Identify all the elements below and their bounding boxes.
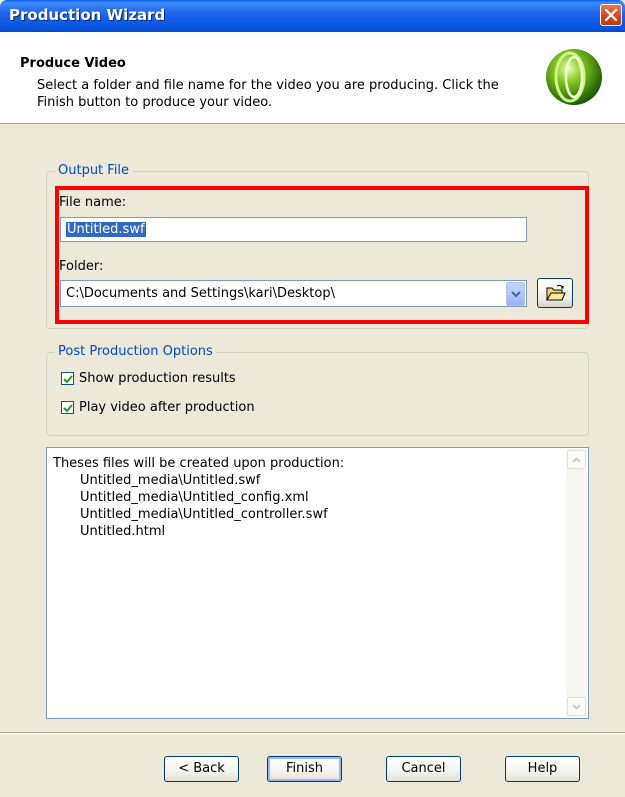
open-folder-icon: [546, 284, 566, 301]
close-button[interactable]: [600, 4, 622, 26]
output-file-group-label: Output File: [55, 163, 133, 178]
files-listbox[interactable]: Theses files will be created upon produc…: [46, 447, 589, 719]
scroll-up-button[interactable]: [567, 450, 586, 469]
scroll-down-icon: [572, 704, 581, 710]
page-description: Select a folder and file name for the vi…: [37, 78, 499, 110]
file-name-label: File name:: [59, 195, 127, 210]
show-results-checkbox[interactable]: [61, 372, 74, 385]
list-item: Untitled_media\Untitled_controller.swf: [80, 507, 328, 522]
footer-divider: [0, 732, 625, 734]
cancel-button[interactable]: Cancel: [386, 756, 461, 782]
list-item: Untitled_media\Untitled_config.xml: [80, 490, 309, 505]
scroll-up-icon: [572, 457, 581, 463]
folder-dropdown-button[interactable]: [506, 282, 525, 306]
file-name-input[interactable]: Untitled.swf: [60, 217, 527, 242]
list-item: Untitled_media\Untitled.swf: [80, 473, 261, 488]
browse-folder-button[interactable]: [537, 278, 573, 308]
play-video-checkbox[interactable]: [61, 401, 74, 414]
scroll-down-button[interactable]: [567, 697, 586, 716]
finish-button[interactable]: Finish: [267, 756, 342, 782]
file-name-value: Untitled.swf: [66, 222, 146, 237]
checkmark-icon: [63, 404, 73, 413]
list-item: Untitled.html: [80, 524, 166, 539]
play-video-label[interactable]: Play video after production: [79, 400, 255, 415]
show-results-label[interactable]: Show production results: [79, 371, 236, 386]
folder-value: C:\Documents and Settings\kari\Desktop\: [66, 286, 335, 301]
close-icon: [605, 9, 617, 21]
window-title: Production Wizard: [9, 6, 166, 24]
folder-label: Folder:: [59, 259, 104, 274]
files-list: Untitled_media\Untitled.swf Untitled_med…: [80, 472, 328, 540]
production-wizard-window: Production Wizard Produce Video Select a…: [0, 0, 625, 797]
dropdown-arrow-icon: [511, 291, 521, 298]
vertical-scrollbar[interactable]: [566, 449, 587, 717]
post-production-group-label: Post Production Options: [55, 344, 216, 359]
page-title: Produce Video: [20, 56, 126, 71]
app-logo-icon: [546, 49, 602, 105]
title-bar[interactable]: Production Wizard: [0, 0, 625, 32]
back-button[interactable]: < Back: [164, 756, 239, 782]
folder-select[interactable]: C:\Documents and Settings\kari\Desktop\: [60, 280, 527, 307]
post-production-group: Post Production Options: [46, 344, 589, 436]
help-button[interactable]: Help: [505, 756, 580, 782]
wizard-header: Produce Video Select a folder and file n…: [0, 32, 625, 124]
checkmark-icon: [63, 375, 73, 384]
files-list-header: Theses files will be created upon produc…: [53, 456, 345, 471]
